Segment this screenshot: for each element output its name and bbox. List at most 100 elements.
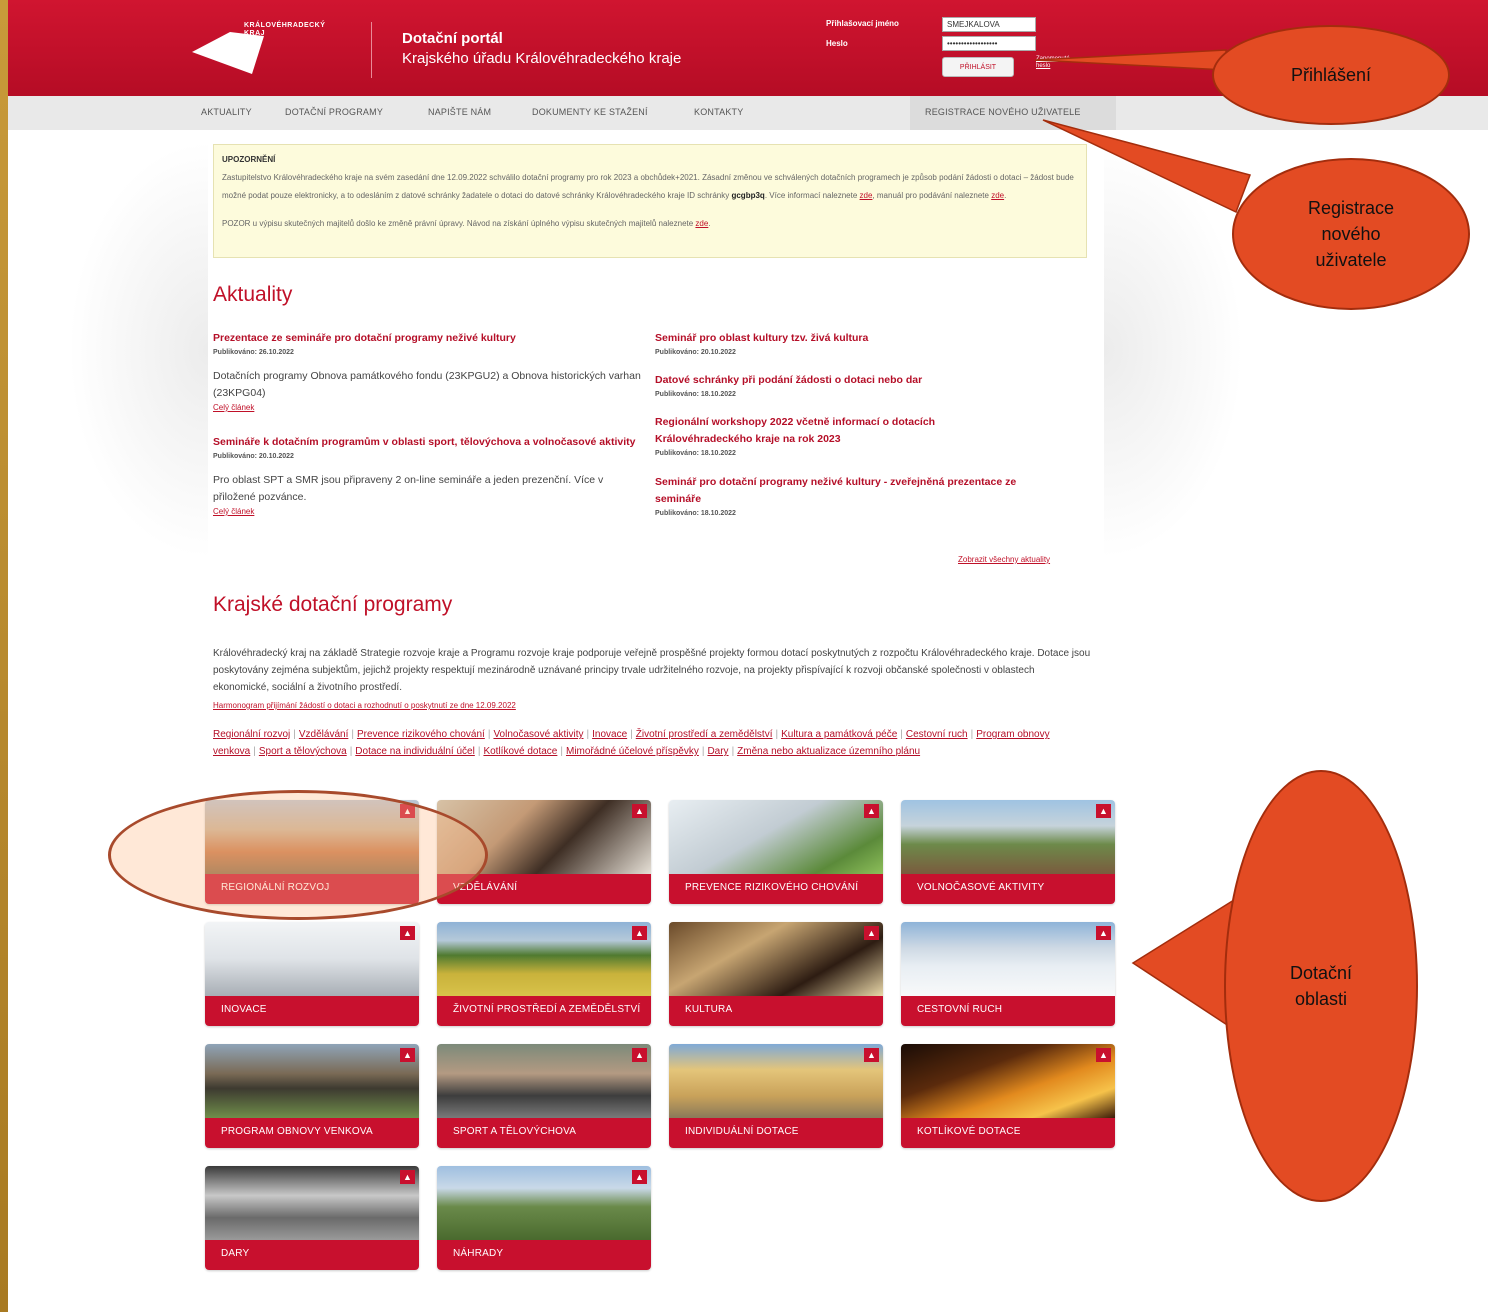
user-icon: ▲ [632,1170,647,1184]
news-perex: Dotačních programy Obnova památkového fo… [213,370,641,399]
program-link[interactable]: Životní prostředí a zemědělství [636,729,773,740]
nav-napiste-nam[interactable]: NAPIŠTE NÁM [428,107,491,117]
news-more-link[interactable]: Celý článek [213,507,643,516]
callout-register: Registrace nového uživatele [1232,158,1470,310]
tile-image [901,800,1115,874]
notice-box: UPOZORNĚNÍ Zastupitelstvo Královéhradeck… [213,144,1087,258]
program-tile[interactable]: KOTLÍKOVÉ DOTACE ▲ [901,1044,1115,1148]
program-tile[interactable]: PREVENCE RIZIKOVÉHO CHOVÁNÍ ▲ [669,800,883,904]
logo-text-line2: KRAJ [244,30,266,37]
news-title[interactable]: Prezentace ze semináře pro dotační progr… [213,330,643,347]
login-username-input[interactable] [942,17,1036,32]
news-item: Semináře k dotačním programům v oblasti … [213,434,643,516]
program-link[interactable]: Dary [707,746,728,757]
notice-paragraph-1: Zastupitelstvo Královéhradeckého kraje n… [222,169,1078,205]
program-link[interactable]: Vzdělávání [299,729,348,740]
highlight-ellipse [108,790,488,920]
program-tile[interactable]: KULTURA ▲ [669,922,883,1026]
program-link[interactable]: Dotace na individuální účel [355,746,475,757]
notice-link-owners[interactable]: zde [695,219,708,228]
notice-text: . Více informací naleznete [764,191,860,200]
program-tile[interactable]: ŽIVOTNÍ PROSTŘEDÍ A ZEMĚDĚLSTVÍ ▲ [437,922,651,1026]
notice-link-info[interactable]: zde [860,191,873,200]
login-password-label: Heslo [826,39,848,48]
portal-subtitle: Krajského úřadu Královéhradeckého kraje [402,50,682,67]
user-icon: ▲ [1096,926,1111,940]
notice-link-manual[interactable]: zde [991,191,1004,200]
user-icon: ▲ [400,926,415,940]
tile-label: DARY [221,1248,250,1259]
notice-text: , manuál pro podávání naleznete [872,191,992,200]
program-link[interactable]: Regionální rozvoj [213,729,290,740]
news-title[interactable]: Datové schránky při podání žádosti o dot… [655,372,1035,389]
program-tile[interactable]: SPORT A TĚLOVÝCHOVA ▲ [437,1044,651,1148]
login-username-label: Přihlašovací jméno [826,19,899,28]
user-icon: ▲ [864,804,879,818]
harmonogram-link[interactable]: Harmonogram přijímání žádostí o dotaci a… [213,701,516,710]
user-icon: ▲ [632,1048,647,1062]
all-news-link[interactable]: Zobrazit všechny aktuality [958,555,1050,564]
login-button[interactable]: PŘIHLÁSIT [942,57,1014,77]
link-separator: | [293,729,296,740]
user-icon: ▲ [864,926,879,940]
tile-image [669,1044,883,1118]
program-tile[interactable]: VOLNOČASOVÉ AKTIVITY ▲ [901,800,1115,904]
portal-title: Dotační portál [402,30,503,47]
link-separator: | [349,746,353,757]
tile-label: INOVACE [221,1004,267,1015]
news-more-link[interactable]: Celý článek [213,403,643,412]
program-tile[interactable]: NÁHRADY ▲ [437,1166,651,1270]
news-item: Seminář pro dotační programy neživé kult… [655,474,1035,517]
program-link[interactable]: Změna nebo aktualizace územního plánu [737,746,920,757]
program-link[interactable]: Inovace [592,729,627,740]
nav-registrace[interactable]: REGISTRACE NOVÉHO UŽIVATELE [925,107,1081,117]
news-title[interactable]: Seminář pro dotační programy neživé kult… [655,474,1035,508]
nav-kontakty[interactable]: KONTAKTY [694,107,743,117]
nav-dokumenty[interactable]: DOKUMENTY KE STAŽENÍ [532,107,648,117]
news-date: Publikováno: 20.10.2022 [213,453,294,460]
news-item: Seminář pro oblast kultury tzv. živá kul… [655,330,1035,356]
program-tile[interactable]: INDIVIDUÁLNÍ DOTACE ▲ [669,1044,883,1148]
tile-label: KULTURA [685,1004,733,1015]
notice-databox-id: gcgbp3q [731,191,765,200]
link-separator: | [900,729,903,740]
program-link[interactable]: Volnočasové aktivity [493,729,583,740]
program-link[interactable]: Mimořádné účelové příspěvky [566,746,699,757]
program-link[interactable]: Kultura a památková péče [781,729,897,740]
news-title[interactable]: Regionální workshopy 2022 včetně informa… [655,414,1035,448]
callout-login: Přihlášení [1212,25,1450,125]
program-link[interactable]: Sport a tělovýchova [259,746,347,757]
news-date: Publikováno: 18.10.2022 [655,510,736,517]
tile-image [437,1166,651,1240]
callout-areas: Dotační oblasti [1224,770,1418,1202]
tile-label: ŽIVOTNÍ PROSTŘEDÍ A ZEMĚDĚLSTVÍ [453,1004,641,1015]
news-date: Publikováno: 18.10.2022 [655,450,736,457]
tile-image [205,922,419,996]
program-tile[interactable]: CESTOVNÍ RUCH ▲ [901,922,1115,1026]
user-icon: ▲ [400,1170,415,1184]
news-title[interactable]: Semináře k dotačním programům v oblasti … [213,434,643,451]
program-tile[interactable]: PROGRAM OBNOVY VENKOVA ▲ [205,1044,419,1148]
program-link[interactable]: Kotlíkové dotace [483,746,557,757]
program-tile[interactable]: INOVACE ▲ [205,922,419,1026]
logo-text: KRÁLOVÉHRADECKÝ KRAJ [244,22,325,38]
tile-image [205,1044,419,1118]
tile-image [437,922,651,996]
news-title[interactable]: Seminář pro oblast kultury tzv. živá kul… [655,330,1035,347]
forgot-password-link[interactable]: Zapomenuté heslo [1036,56,1072,70]
login-password-input[interactable] [942,36,1036,51]
notice-text: POZOR u výpisu skutečných majitelů došlo… [222,219,696,228]
content-shadow-right [1104,140,1244,560]
nav-aktuality[interactable]: AKTUALITY [201,107,252,117]
tile-image [669,800,883,874]
news-perex: Pro oblast SPT a SMR jsou připraveny 2 o… [213,474,604,503]
nav-dotacni-programy[interactable]: DOTAČNÍ PROGRAMY [285,107,383,117]
program-link[interactable]: Cestovní ruch [906,729,968,740]
tile-image [901,922,1115,996]
programs-description: Královéhradecký kraj na základě Strategi… [213,648,1091,693]
program-link[interactable]: Prevence rizikového chování [357,729,485,740]
link-separator: | [731,746,735,757]
notice-paragraph-2: POZOR u výpisu skutečných majitelů došlo… [222,215,1078,233]
program-tile[interactable]: DARY ▲ [205,1166,419,1270]
user-icon: ▲ [400,1048,415,1062]
